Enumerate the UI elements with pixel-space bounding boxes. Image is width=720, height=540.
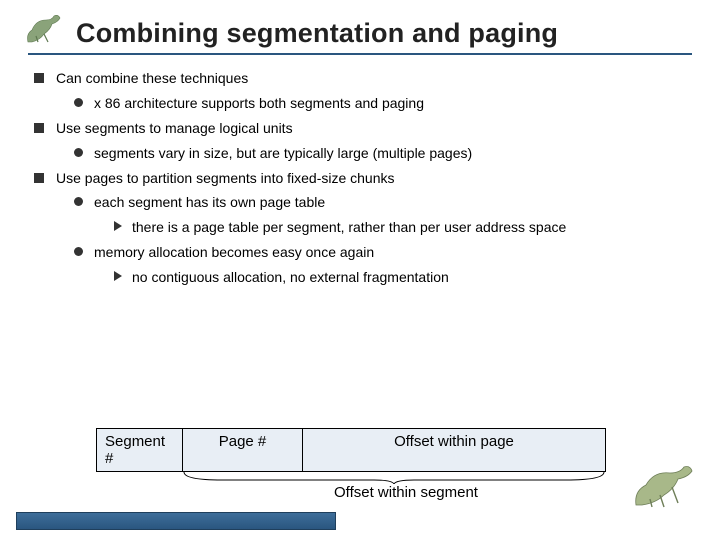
bullet-l3: there is a page table per segment, rathe… xyxy=(114,218,692,237)
bullet-text: each segment has its own page table xyxy=(94,194,325,210)
bullet-text: Use pages to partition segments into fix… xyxy=(56,170,395,186)
bullet-text: Use segments to manage logical units xyxy=(56,120,293,136)
footer-bar xyxy=(16,512,336,530)
bullet-text: memory allocation becomes easy once agai… xyxy=(94,244,374,260)
page-cell: Page # xyxy=(183,429,303,471)
dinosaur-left-icon xyxy=(22,12,74,51)
content-area: Can combine these techniques x 86 archit… xyxy=(28,69,692,287)
bullet-l1: Use segments to manage logical units seg… xyxy=(34,119,692,163)
slide: Combining segmentation and paging Can co… xyxy=(0,0,720,540)
bullet-text: segments vary in size, but are typically… xyxy=(94,145,472,161)
bullet-l3: no contiguous allocation, no external fr… xyxy=(114,268,692,287)
bullet-text: Can combine these techniques xyxy=(56,70,248,86)
bullet-l1: Can combine these techniques x 86 archit… xyxy=(34,69,692,113)
offset-segment-label: Offset within segment xyxy=(306,484,506,501)
bullet-l2: segments vary in size, but are typically… xyxy=(74,144,692,163)
segment-cell: Segment # xyxy=(97,429,183,471)
bullet-l2: each segment has its own page table ther… xyxy=(74,193,692,237)
bullet-l1: Use pages to partition segments into fix… xyxy=(34,169,692,287)
bullet-l2: memory allocation becomes easy once agai… xyxy=(74,243,692,287)
bullet-text: x 86 architecture supports both segments… xyxy=(94,95,424,111)
address-box-row: Segment # Page # Offset within page xyxy=(96,428,606,472)
title-row: Combining segmentation and paging xyxy=(28,18,692,55)
bullet-l2: x 86 architecture supports both segments… xyxy=(74,94,692,113)
brace-icon xyxy=(182,470,606,484)
slide-title: Combining segmentation and paging xyxy=(28,18,692,49)
bullet-text: no contiguous allocation, no external fr… xyxy=(132,269,449,285)
offset-page-cell: Offset within page xyxy=(303,429,605,471)
bullet-text: there is a page table per segment, rathe… xyxy=(132,219,566,235)
dinosaur-right-icon xyxy=(628,461,706,516)
address-diagram: Segment # Page # Offset within page Offs… xyxy=(96,428,606,472)
